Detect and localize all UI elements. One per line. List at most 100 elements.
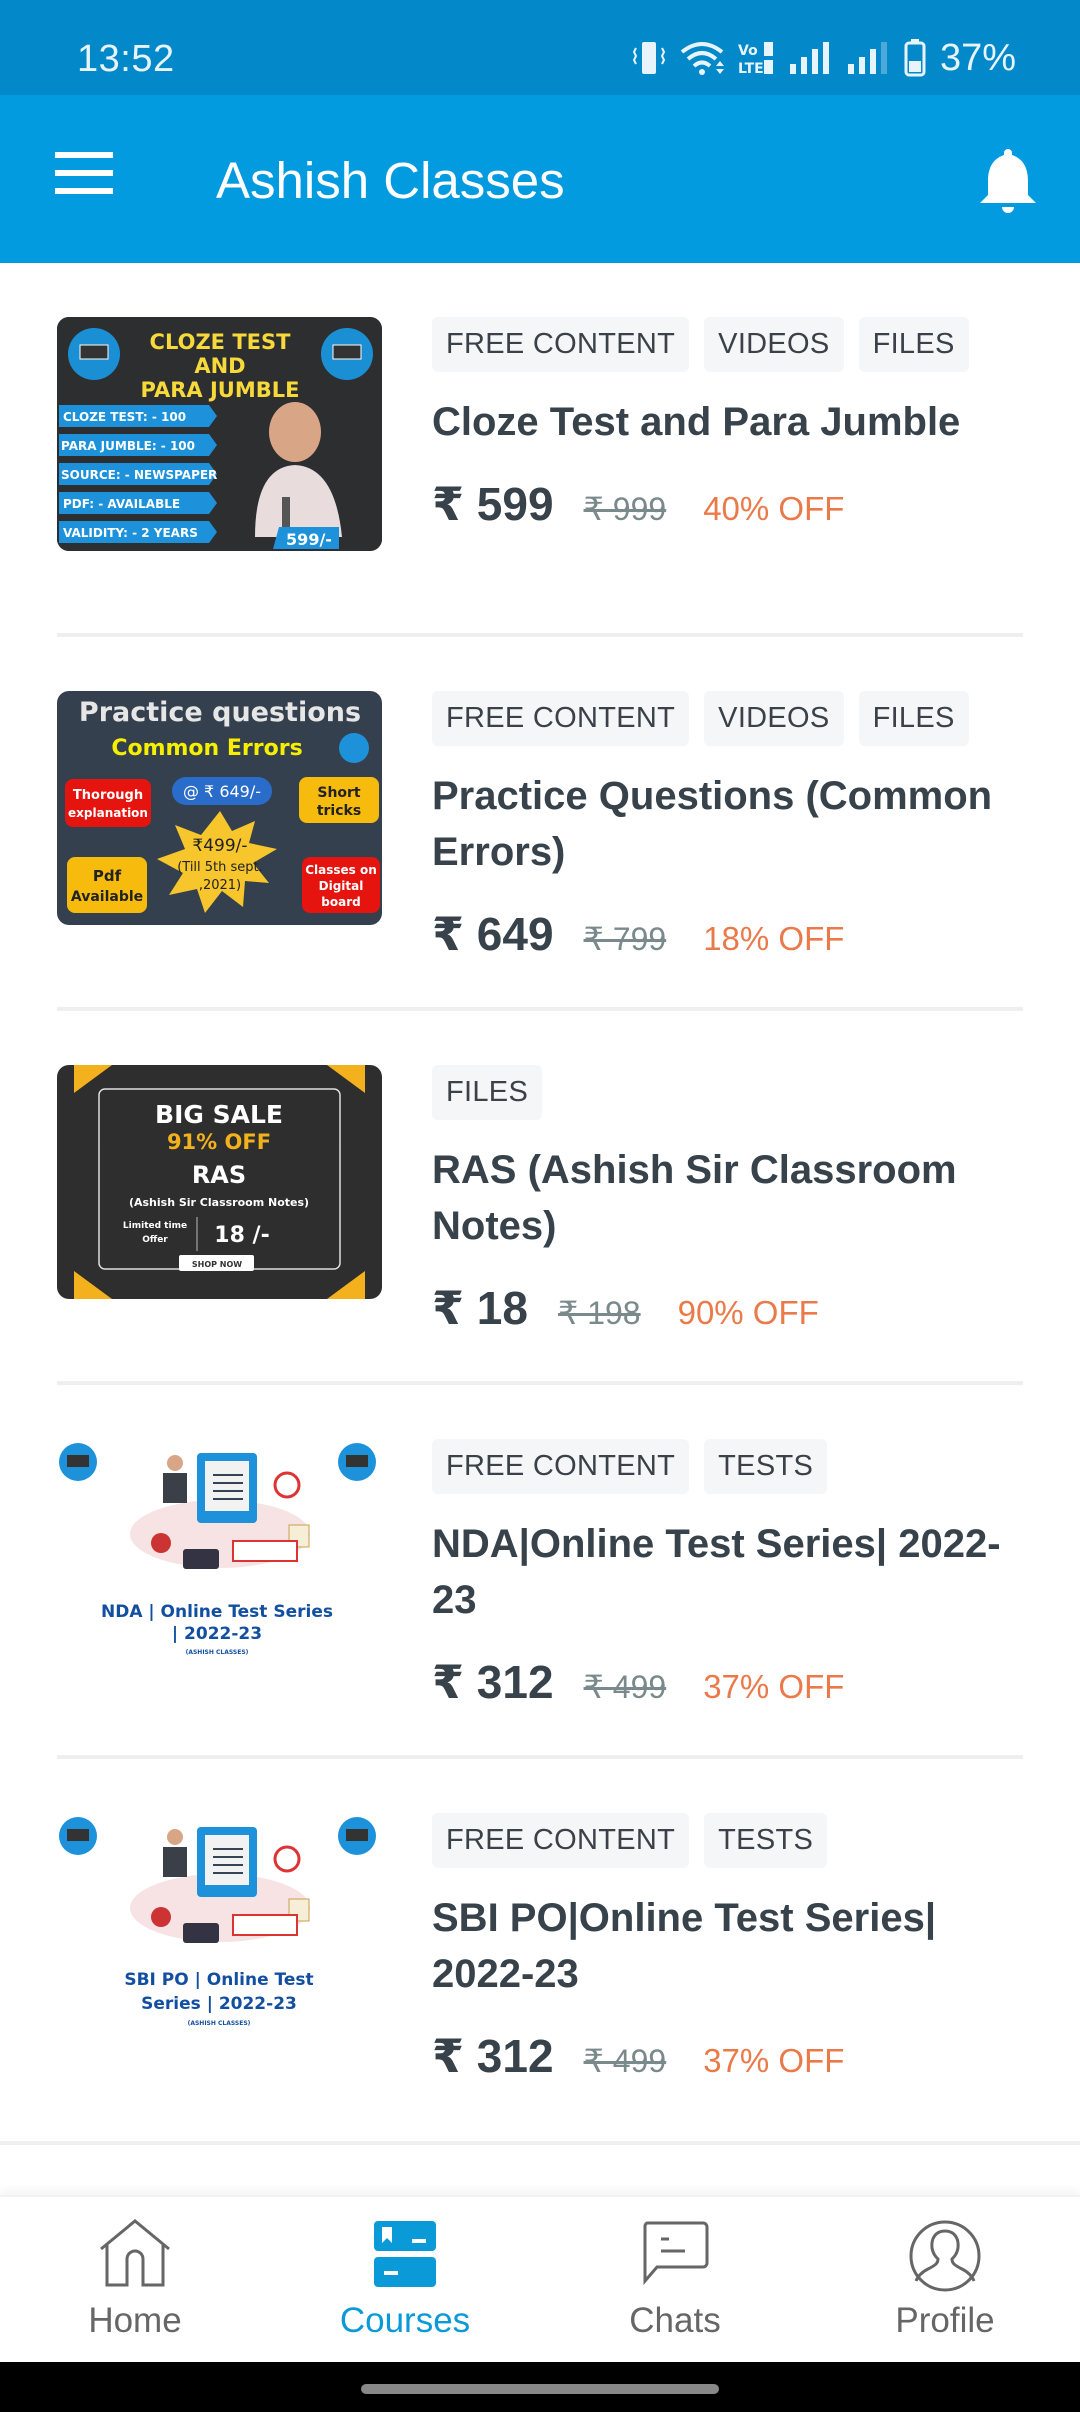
course-info: FREE CONTENT VIDEOS FILES Cloze Test and… — [432, 317, 1040, 450]
course-item[interactable]: NDA | Online Test Series | 2022-23 (ASHI… — [0, 1385, 1080, 1759]
tag-free-content: FREE CONTENT — [432, 691, 690, 746]
thumb-small: (ASHISH CLASSES) — [186, 1649, 249, 1656]
course-price: ₹ 312 — [432, 1656, 554, 1708]
course-thumbnail: NDA | Online Test Series | 2022-23 (ASHI… — [57, 1439, 382, 1673]
course-prices: ₹ 312 ₹ 499 37% OFF — [432, 1655, 844, 1709]
svg-text:LTE: LTE — [738, 61, 764, 76]
course-prices: ₹ 649 ₹ 799 18% OFF — [432, 907, 844, 961]
tag-free-content: FREE CONTENT — [432, 1439, 690, 1494]
battery-icon — [904, 39, 926, 77]
course-prices: ₹ 599 ₹ 999 40% OFF — [432, 477, 844, 531]
course-original-price: ₹ 198 — [557, 1295, 641, 1331]
status-icons: Vo LTE 37% — [632, 37, 1016, 79]
course-info: FREE CONTENT TESTS NDA|Online Test Serie… — [432, 1439, 1040, 1628]
thumb-caption: | 2022-23 — [172, 1624, 262, 1644]
app-title: Ashish Classes — [216, 152, 565, 209]
course-thumbnail: Practice questions Common Errors @ ₹ 649… — [57, 691, 382, 925]
course-list: CLOZE TEST AND PARA JUMBLE CLOZE TEST: -… — [0, 263, 1080, 2145]
svg-text:Pdf: Pdf — [93, 867, 122, 885]
course-title: NDA|Online Test Series| 2022-23 — [432, 1522, 1001, 1622]
course-original-price: ₹ 499 — [583, 1669, 667, 1705]
course-tags: FILES — [432, 1065, 1040, 1120]
thumb-small: (ASHISH CLASSES) — [188, 2020, 251, 2027]
svg-text:Limited time: Limited time — [123, 1221, 187, 1231]
home-gesture-handle[interactable] — [361, 2384, 719, 2394]
course-tags: FREE CONTENT VIDEOS FILES — [432, 691, 1040, 746]
hamburger-menu-icon[interactable] — [55, 152, 113, 198]
svg-text:Available: Available — [71, 889, 143, 905]
course-thumbnail: BIG SALE 91% OFF RAS (Ashish Sir Classro… — [57, 1065, 382, 1299]
course-info: FREE CONTENT VIDEOS FILES Practice Quest… — [432, 691, 1040, 880]
course-tags: FREE CONTENT TESTS — [432, 1439, 1040, 1494]
tag-files: FILES — [858, 691, 969, 746]
course-discount: 18% OFF — [703, 920, 845, 957]
thumb-starburst: (Till 5th sept. — [177, 860, 263, 875]
course-original-price: ₹ 999 — [583, 491, 667, 527]
svg-text:board: board — [321, 895, 360, 909]
svg-text:Offer: Offer — [142, 1235, 168, 1245]
courses-book-icon — [374, 2221, 436, 2287]
thumb-bullet: VALIDITY: - 2 YEARS — [63, 526, 198, 540]
thumb-caption: NDA | Online Test Series — [101, 1602, 333, 1622]
thumb-pill: @ ₹ 649/- — [183, 782, 261, 801]
thumb-starburst: ₹499/- — [192, 836, 247, 856]
course-thumbnail: CLOZE TEST AND PARA JUMBLE CLOZE TEST: -… — [57, 317, 382, 551]
nav-label: Profile — [895, 2301, 995, 2340]
bottom-nav: Home Courses Chats Profile — [0, 2195, 1080, 2362]
course-discount: 90% OFF — [677, 1294, 819, 1331]
course-discount: 37% OFF — [703, 1668, 845, 1705]
course-item[interactable]: Practice questions Common Errors @ ₹ 649… — [0, 637, 1080, 1011]
status-time: 13:52 — [77, 38, 175, 80]
svg-text:Vo: Vo — [738, 43, 758, 59]
status-bar: 13:52 Vo LTE 37% — [0, 0, 1080, 95]
thumb-bullet: PARA JUMBLE: - 100 — [61, 439, 195, 453]
volte-icon: Vo LTE — [738, 42, 773, 76]
nav-home[interactable]: Home — [0, 2197, 270, 2362]
divider — [0, 2141, 1080, 2145]
svg-text:Digital: Digital — [319, 879, 364, 893]
course-title: Cloze Test and Para Jumble — [432, 400, 961, 444]
chat-icon — [643, 2221, 709, 2285]
course-price: ₹ 649 — [432, 908, 554, 960]
tag-videos: VIDEOS — [704, 317, 844, 372]
course-price: ₹ 599 — [432, 478, 554, 530]
nav-chats[interactable]: Chats — [540, 2197, 810, 2362]
course-title: Practice Questions (Common Errors) — [432, 774, 993, 874]
tag-files: FILES — [858, 317, 969, 372]
tag-free-content: FREE CONTENT — [432, 317, 690, 372]
course-info: FREE CONTENT TESTS SBI PO|Online Test Se… — [432, 1813, 1040, 2002]
course-price: ₹ 312 — [432, 2030, 554, 2082]
course-prices: ₹ 312 ₹ 499 37% OFF — [432, 2029, 844, 2083]
app-bar: Ashish Classes — [0, 95, 1080, 263]
svg-text:Thorough: Thorough — [73, 788, 143, 803]
svg-text:Classes on: Classes on — [305, 863, 377, 877]
course-prices: ₹ 18 ₹ 198 90% OFF — [432, 1281, 819, 1335]
thumb-price-badge: 599/- — [286, 530, 332, 549]
thumb-price: 18 /- — [214, 1223, 269, 1248]
course-item[interactable]: SBI PO | Online Test Series | 2022-23 (A… — [0, 1759, 1080, 2145]
course-discount: 37% OFF — [703, 2042, 845, 2079]
course-thumbnail: SBI PO | Online Test Series | 2022-23 (A… — [57, 1813, 382, 2047]
home-icon — [100, 2219, 170, 2287]
thumb-heading: Practice questions — [79, 697, 361, 728]
nav-label: Home — [88, 2301, 182, 2340]
profile-icon — [909, 2220, 981, 2292]
signal-icon — [789, 42, 829, 74]
nav-label: Chats — [629, 2301, 721, 2340]
thumb-name: RAS — [192, 1161, 246, 1189]
course-item[interactable]: CLOZE TEST AND PARA JUMBLE CLOZE TEST: -… — [0, 263, 1080, 637]
nav-courses[interactable]: Courses — [270, 2197, 540, 2362]
nav-profile[interactable]: Profile — [810, 2197, 1080, 2362]
course-title: SBI PO|Online Test Series| 2022-23 — [432, 1896, 937, 1996]
tag-videos: VIDEOS — [704, 691, 844, 746]
course-item[interactable]: BIG SALE 91% OFF RAS (Ashish Sir Classro… — [0, 1011, 1080, 1385]
thumb-heading: BIG SALE — [155, 1100, 283, 1129]
thumb-caption: SBI PO | Online Test — [124, 1970, 313, 1990]
svg-text:tricks: tricks — [317, 803, 361, 819]
tag-tests: TESTS — [704, 1813, 828, 1868]
bell-icon[interactable] — [976, 145, 1040, 215]
wifi-icon — [680, 42, 724, 75]
course-original-price: ₹ 499 — [583, 2043, 667, 2079]
nav-label: Courses — [339, 2301, 471, 2340]
thumb-subheading: Common Errors — [111, 736, 302, 761]
